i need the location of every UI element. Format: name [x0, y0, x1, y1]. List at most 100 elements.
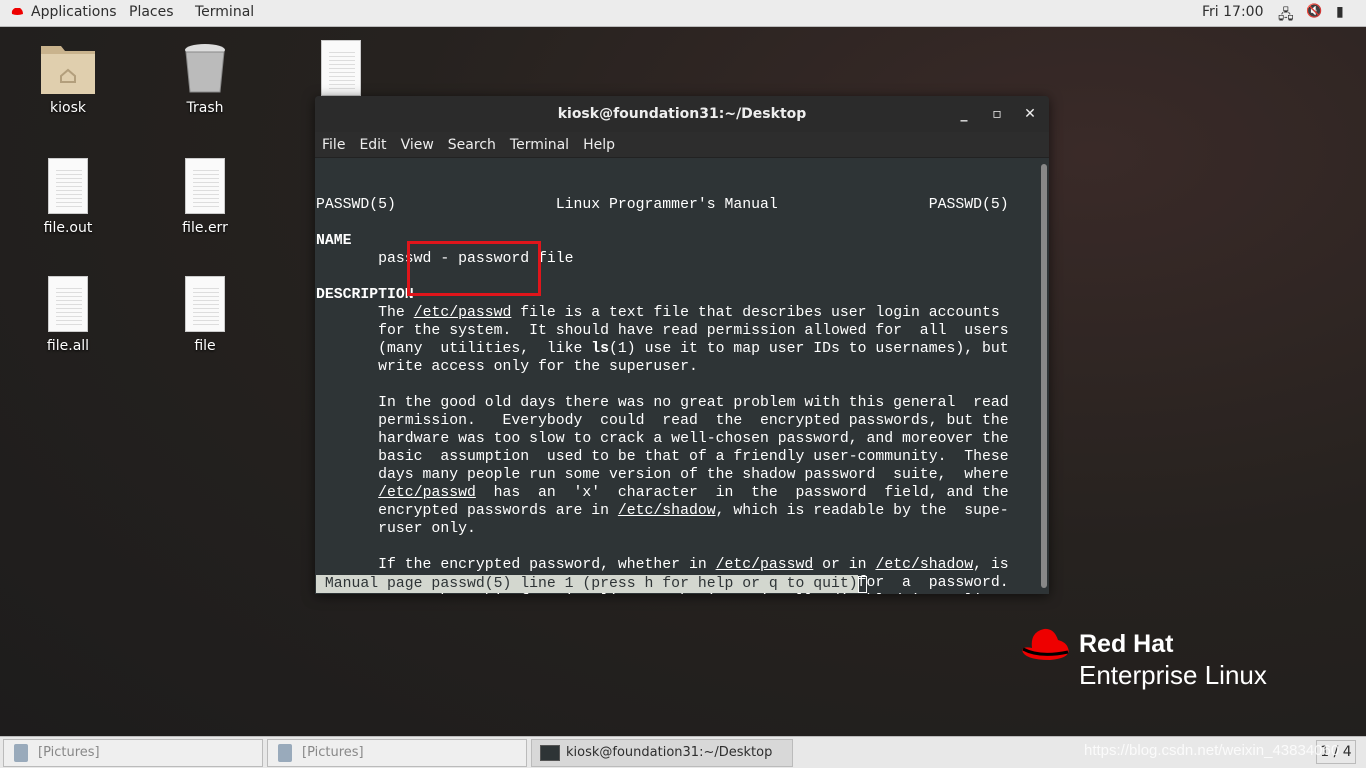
man-line: In the good old days there was no great …: [316, 394, 1038, 412]
redhat-hat-icon: [1022, 628, 1069, 660]
task-label: kiosk@foundation31:~/Desktop: [566, 745, 773, 760]
man-line: [316, 376, 1038, 394]
menu-terminal[interactable]: Terminal: [510, 137, 569, 153]
places-menu[interactable]: Places: [129, 4, 174, 20]
man-text: , which is readable by the supe-: [715, 503, 1009, 519]
trash-icon: [185, 44, 225, 93]
title-bar[interactable]: kiosk@foundation31:~/Desktop _ ▫ ✕: [315, 96, 1049, 132]
logo-line1: Red Hat: [1079, 630, 1174, 658]
man-line: If the encrypted password, whether in /e…: [316, 556, 1038, 574]
man-text: permission. Everybody could read the enc…: [316, 413, 1009, 429]
applications-menu[interactable]: Applications: [31, 4, 117, 20]
close-button[interactable]: ✕: [1015, 96, 1045, 132]
man-text: , is: [973, 557, 1009, 573]
man-line: [316, 538, 1038, 556]
terminal-icon: [540, 745, 560, 761]
man-text: encrypted passwords are in: [316, 503, 618, 519]
desktop-icon-document[interactable]: [286, 40, 396, 102]
man-text: /etc/passwd: [413, 305, 512, 321]
man-text: /etc/shadow: [875, 557, 974, 573]
man-text: /etc/passwd: [378, 485, 476, 501]
man-text: NAME: [316, 233, 352, 249]
man-line: PASSWD(5) Linux Programmer's Manual PASS…: [316, 196, 1038, 214]
man-line: for the system. It should have read perm…: [316, 322, 1038, 340]
man-text: file is a text file that describes user …: [511, 305, 1000, 321]
icon-label: file.out: [43, 220, 93, 236]
man-text: ls: [591, 341, 610, 357]
man-text: (1) use it to map user IDs to usernames)…: [609, 341, 1009, 357]
task-pictures-2[interactable]: [Pictures]: [267, 739, 527, 767]
man-line: /etc/passwd has an 'x' character in the …: [316, 484, 1038, 502]
icon-label: file.err: [182, 220, 228, 236]
menu-bar: File Edit View Search Terminal Help: [315, 132, 1049, 158]
desktop-icon-file-all[interactable]: file.all: [13, 276, 123, 354]
man-text: days many people run some version of the…: [316, 467, 1009, 483]
task-label: [Pictures]: [38, 745, 100, 760]
folder-icon: [41, 46, 95, 94]
minimize-button[interactable]: _: [949, 96, 979, 132]
pager-status: Manual page passwd(5) line 1 (press h fo…: [316, 576, 858, 592]
task-terminal[interactable]: kiosk@foundation31:~/Desktop: [531, 739, 793, 767]
man-text: write access only for the superuser.: [316, 359, 698, 375]
man-text: (many utilities, like: [316, 341, 592, 357]
network-icon[interactable]: 🖧: [1278, 4, 1294, 28]
man-text: [316, 485, 378, 501]
man-text: The: [316, 305, 414, 321]
redhat-icon: [11, 8, 23, 15]
menu-view[interactable]: View: [401, 137, 434, 153]
document-icon: [48, 158, 88, 214]
man-text: /etc/shadow: [617, 503, 716, 519]
icon-label: Trash: [186, 100, 224, 116]
clock[interactable]: Fri 17:00: [1202, 4, 1263, 20]
task-label: [Pictures]: [302, 745, 364, 760]
man-text: for the system. It should have read perm…: [316, 323, 1009, 339]
man-text: /etc/passwd: [715, 557, 814, 573]
top-bar: Applications Places Terminal Fri 17:00 🖧…: [0, 0, 1366, 27]
icon-label: file.all: [46, 338, 90, 354]
terminal-output[interactable]: PASSWD(5) Linux Programmer's Manual PASS…: [316, 160, 1038, 594]
volume-muted-icon[interactable]: 🔇: [1306, 4, 1322, 19]
man-line: (many utilities, like ls(1) use it to ma…: [316, 340, 1038, 358]
watermark: https://blog.csdn.net/weixin_43834060: [1084, 742, 1340, 759]
battery-icon[interactable]: ▮: [1336, 4, 1344, 20]
man-line: encrypted passwords are in /etc/shadow, …: [316, 502, 1038, 520]
logo-line2: Enterprise Linux: [1079, 660, 1267, 690]
menu-edit[interactable]: Edit: [359, 137, 386, 153]
icon-label: file: [194, 338, 216, 354]
man-line: write access only for the superuser.: [316, 358, 1038, 376]
desktop-icon-trash[interactable]: Trash: [150, 40, 260, 116]
document-icon: [321, 40, 361, 96]
task-pictures-1[interactable]: [Pictures]: [3, 739, 263, 767]
window-title: kiosk@foundation31:~/Desktop: [557, 106, 807, 122]
desktop-icon-file[interactable]: file: [150, 276, 260, 354]
highlight-box: [407, 241, 541, 296]
man-text: Note that this functionality may be inte…: [316, 593, 1008, 594]
man-text: ruser only.: [316, 521, 476, 537]
man-text: DESCRIPTION: [316, 287, 414, 303]
menu-file[interactable]: File: [322, 137, 345, 153]
document-icon: [48, 276, 88, 332]
document-icon: [185, 276, 225, 332]
man-text: If the encrypted password, whether in: [316, 557, 716, 573]
file-manager-icon: [278, 744, 292, 762]
scrollbar[interactable]: [1041, 164, 1047, 588]
maximize-button[interactable]: ▫: [982, 96, 1012, 132]
man-line: ruser only.: [316, 520, 1038, 538]
man-line: permission. Everybody could read the enc…: [316, 412, 1038, 430]
man-line: days many people run some version of the…: [316, 466, 1038, 484]
desktop-icon-file-out[interactable]: file.out: [13, 158, 123, 236]
menu-help[interactable]: Help: [583, 137, 615, 153]
file-manager-icon: [14, 744, 28, 762]
man-text: hardware was too slow to crack a well-ch…: [316, 431, 1009, 447]
document-icon: [185, 158, 225, 214]
terminal-window: kiosk@foundation31:~/Desktop _ ▫ ✕ File …: [315, 96, 1049, 594]
man-line: [316, 214, 1038, 232]
man-line: basic assumption used to be that of a fr…: [316, 448, 1038, 466]
terminal-menu[interactable]: Terminal: [195, 4, 254, 20]
menu-search[interactable]: Search: [448, 137, 496, 153]
desktop-icon-file-err[interactable]: file.err: [150, 158, 260, 236]
man-line: The /etc/passwd file is a text file that…: [316, 304, 1038, 322]
desktop-icon-kiosk[interactable]: kiosk: [13, 40, 123, 116]
icon-label: kiosk: [50, 100, 86, 116]
man-line: hardware was too slow to crack a well-ch…: [316, 430, 1038, 448]
